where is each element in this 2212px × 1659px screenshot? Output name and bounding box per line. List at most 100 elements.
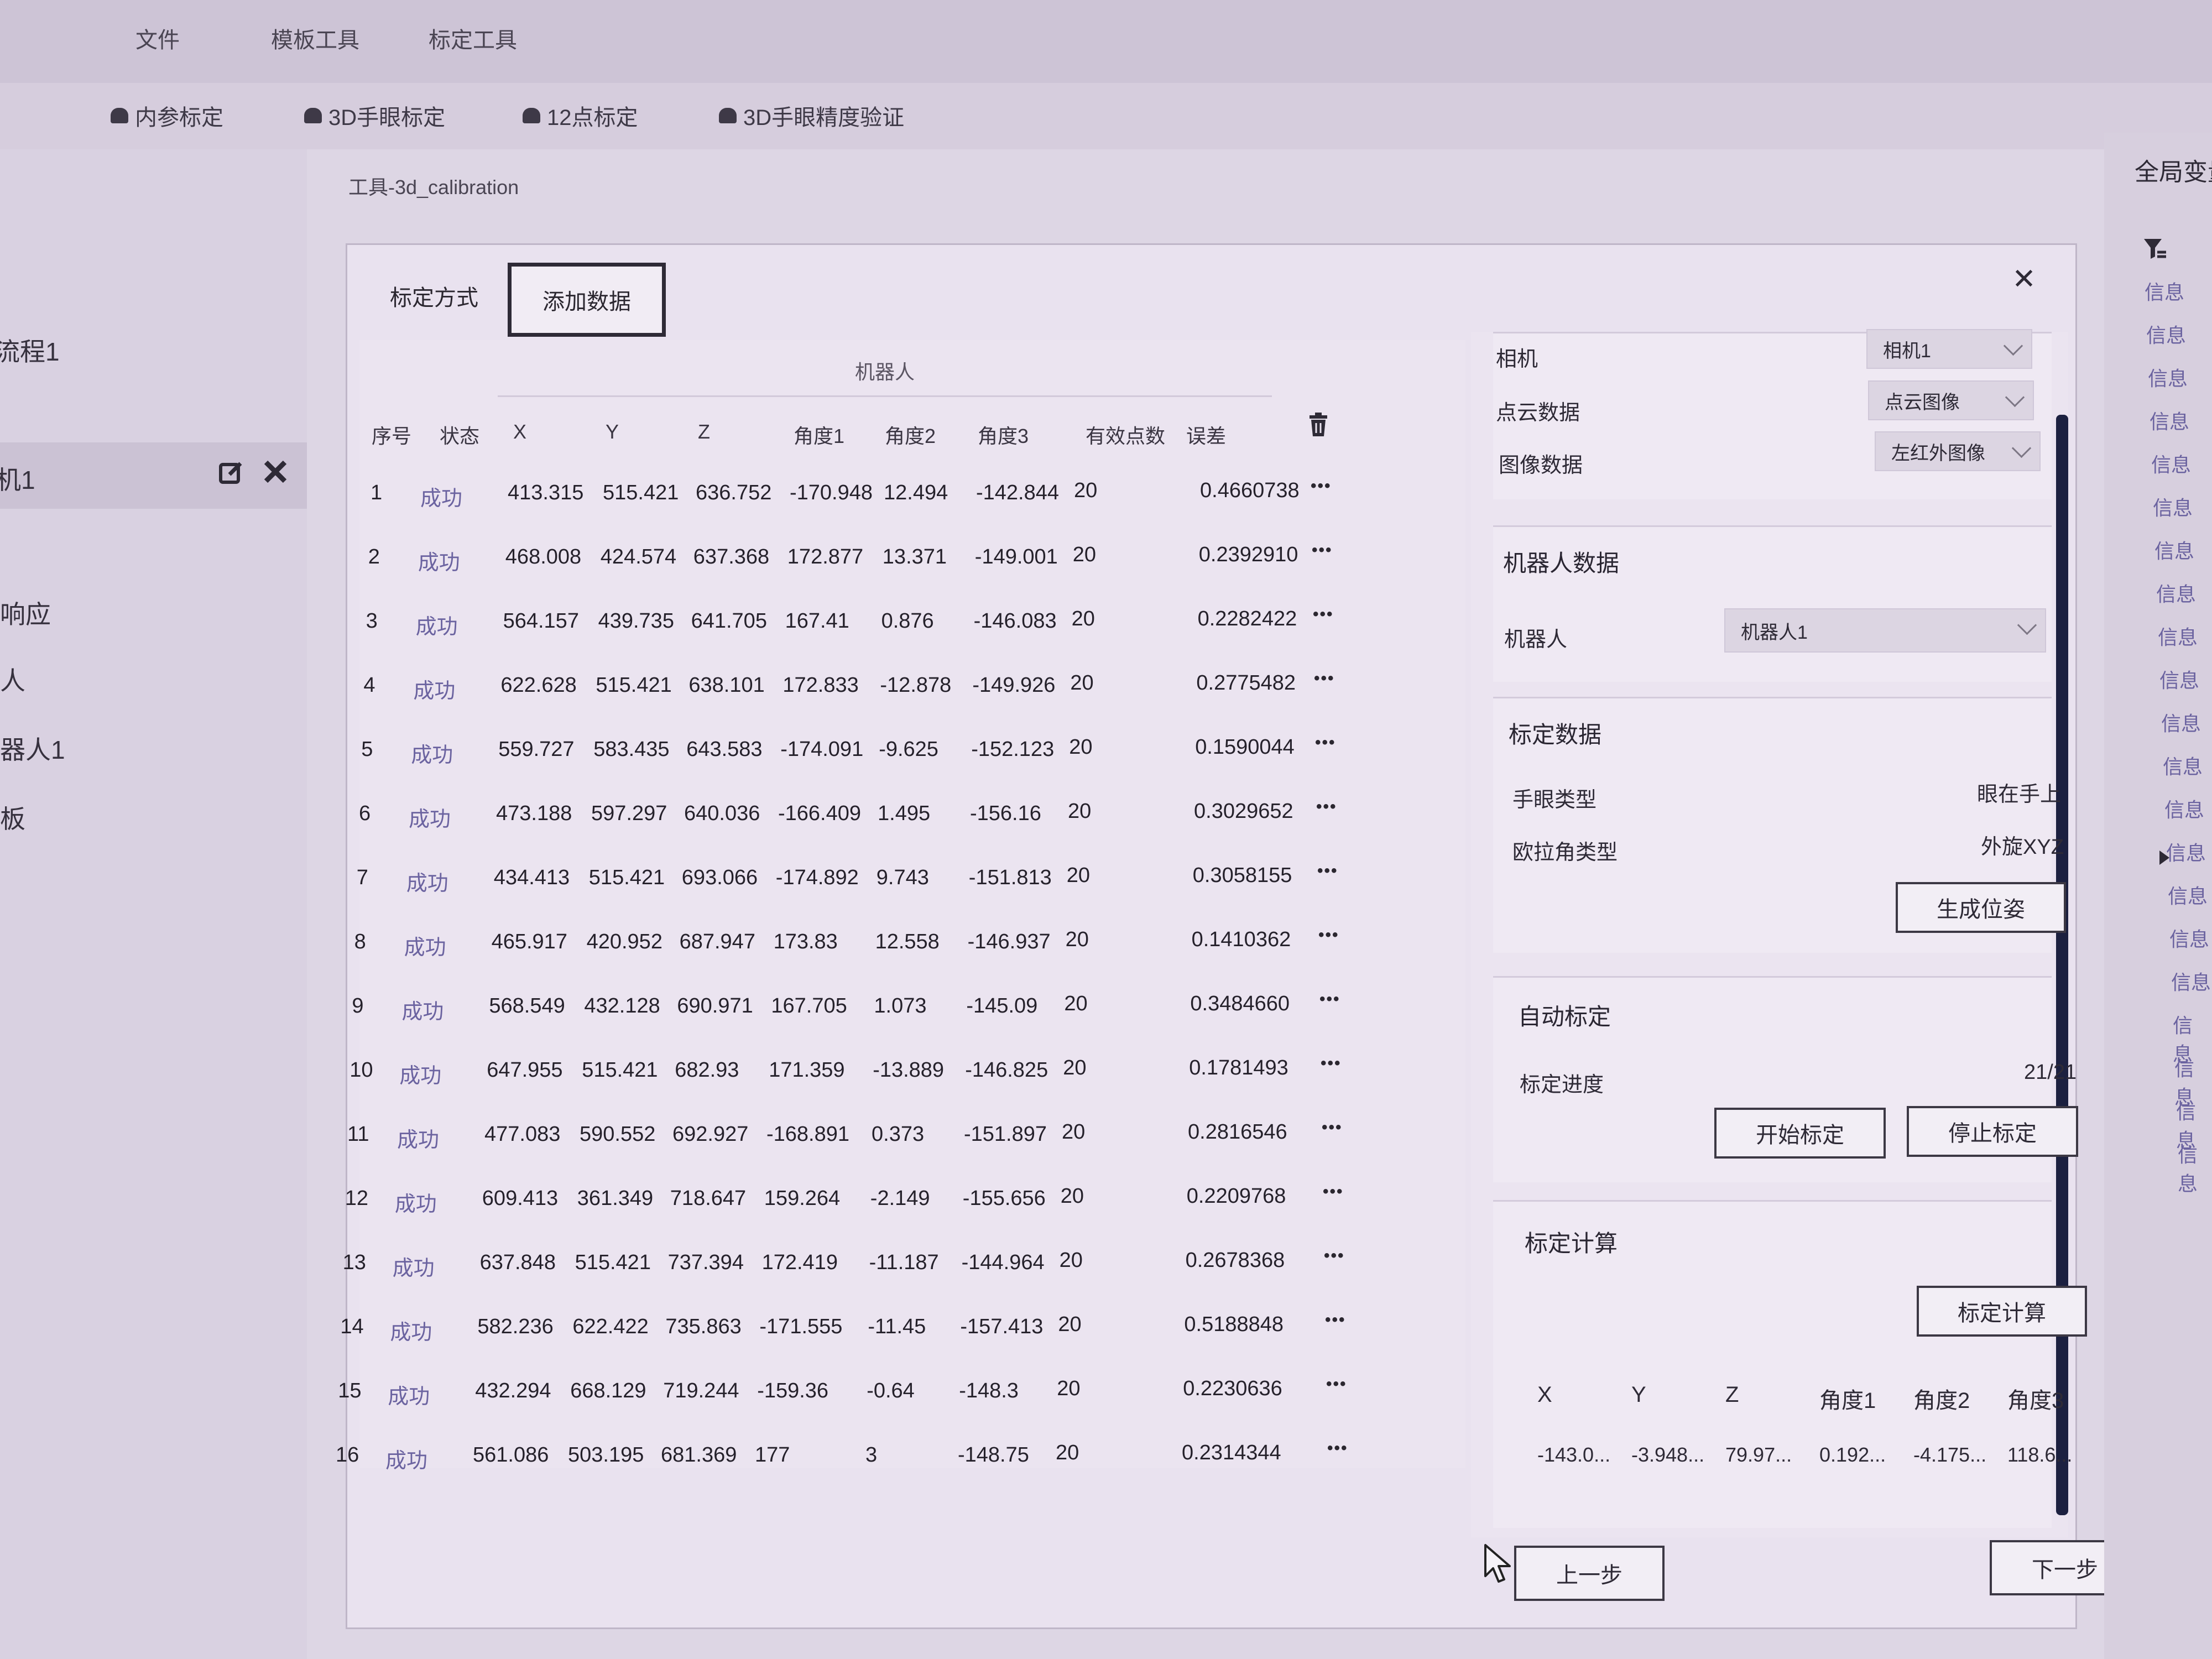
- camera-select[interactable]: 相机1: [1866, 329, 2032, 369]
- table-cell: 0.2314344: [1182, 1441, 1281, 1464]
- variable-item[interactable]: 信息: [2159, 665, 2199, 693]
- variable-item[interactable]: 信息: [2163, 751, 2203, 780]
- sidebar-item-board[interactable]: 板: [0, 799, 25, 836]
- table-cell: 13: [342, 1251, 366, 1274]
- row-more-button[interactable]: •••: [1318, 926, 1339, 945]
- row-more-button[interactable]: •••: [1312, 541, 1333, 560]
- status-badge: 成功: [418, 551, 460, 575]
- image-data-select[interactable]: 左红外图像: [1875, 431, 2041, 471]
- variable-item[interactable]: 信息: [2151, 449, 2191, 478]
- table-cell: 597.297: [591, 802, 667, 825]
- table-cell: 559.727: [498, 738, 575, 761]
- row-more-button[interactable]: •••: [1324, 1246, 1345, 1265]
- calibration-progress-label: 标定进度: [1520, 1073, 1604, 1097]
- row-more-button[interactable]: •••: [1323, 1182, 1344, 1201]
- row-more-button[interactable]: •••: [1316, 797, 1337, 816]
- sidebar-item-robot1[interactable]: 器人1: [0, 730, 65, 766]
- dialog-close-button[interactable]: ✕: [2007, 263, 2041, 296]
- variable-item[interactable]: 信息: [2150, 406, 2189, 435]
- variable-item[interactable]: 信息: [2171, 967, 2211, 995]
- close-icon[interactable]: [263, 459, 288, 484]
- table-cell: 637.368: [693, 545, 770, 568]
- table-cell: 636.752: [696, 481, 772, 504]
- row-more-button[interactable]: •••: [1322, 1118, 1343, 1137]
- variable-item[interactable]: 信息: [2164, 794, 2204, 823]
- row-more-button[interactable]: •••: [1314, 669, 1335, 688]
- calibration-compute-button[interactable]: 标定计算: [1917, 1286, 2087, 1337]
- pointcloud-select-value: 点云图像: [1885, 392, 1960, 413]
- variable-item[interactable]: 信息: [2178, 1139, 2212, 1197]
- variable-item[interactable]: 信息: [2156, 578, 2196, 607]
- variable-item[interactable]: 信息: [2169, 924, 2209, 952]
- table-cell: 20: [1071, 607, 1095, 630]
- tool-label: 12点标定: [547, 106, 638, 130]
- table-cell: 20: [1068, 800, 1092, 823]
- column-header-angle3: 角度3: [978, 425, 1029, 447]
- table-cell: 20: [1056, 1441, 1079, 1464]
- menu-template-tools[interactable]: 模板工具: [271, 22, 359, 54]
- table-cell: 20: [1065, 928, 1089, 951]
- start-calibration-button[interactable]: 开始标定: [1714, 1108, 1886, 1159]
- sidebar-machine-label[interactable]: 机1: [0, 460, 35, 497]
- tool-12-point-calibration[interactable]: 12点标定: [523, 100, 638, 132]
- filter-icon[interactable]: [2143, 238, 2167, 260]
- variable-item[interactable]: 信息: [2158, 622, 2198, 650]
- right-panel-scrollbar[interactable]: [2056, 415, 2068, 1515]
- variable-item[interactable]: 信息: [2153, 492, 2193, 521]
- row-more-button[interactable]: •••: [1326, 1375, 1347, 1394]
- menu-file[interactable]: 文件: [135, 22, 180, 54]
- table-cell: -171.555: [759, 1315, 843, 1338]
- variable-item[interactable]: 信息: [2145, 276, 2184, 305]
- table-cell: 3: [366, 609, 378, 633]
- calibration-compute-title: 标定计算: [1525, 1230, 1618, 1256]
- prev-step-button[interactable]: 上一步: [1514, 1546, 1665, 1601]
- stop-calibration-button[interactable]: 停止标定: [1907, 1106, 2078, 1157]
- row-more-button[interactable]: •••: [1327, 1439, 1348, 1458]
- variable-item[interactable]: 信息: [2148, 363, 2188, 392]
- variable-item[interactable]: 信息: [2166, 837, 2206, 866]
- tool-3d-handeye-accuracy[interactable]: 3D手眼精度验证: [719, 100, 904, 132]
- table-cell: 0.2209768: [1186, 1185, 1286, 1208]
- row-more-button[interactable]: •••: [1311, 477, 1332, 495]
- row-more-button[interactable]: •••: [1325, 1311, 1346, 1329]
- column-header-z: Z: [698, 420, 710, 443]
- table-cell: -9.625: [879, 738, 938, 761]
- status-badge: 成功: [397, 1129, 440, 1152]
- robot-select[interactable]: 机器人1: [1724, 608, 2046, 653]
- variable-item[interactable]: 信息: [2161, 708, 2201, 737]
- table-cell: 6: [359, 802, 371, 825]
- sidebar-item-person[interactable]: 人: [0, 661, 25, 697]
- table-cell: 173.83: [773, 930, 838, 953]
- trash-icon[interactable]: [1308, 412, 1329, 437]
- pointcloud-select[interactable]: 点云图像: [1868, 380, 2034, 420]
- table-cell: 515.421: [596, 674, 672, 697]
- sidebar-item-response[interactable]: 响应: [0, 594, 51, 631]
- row-more-button[interactable]: •••: [1317, 862, 1338, 880]
- sidebar-flow-item[interactable]: 流程1: [0, 332, 60, 368]
- variable-item[interactable]: 信息: [2146, 320, 2186, 348]
- tool-3d-handeye-calibration[interactable]: 3D手眼标定: [304, 100, 445, 132]
- mouse-cursor-icon: [1484, 1544, 1511, 1583]
- tab-add-data[interactable]: 添加数据: [508, 263, 666, 337]
- variable-item[interactable]: 信息: [2168, 880, 2208, 909]
- table-cell: 8: [354, 930, 366, 953]
- edit-icon[interactable]: [218, 459, 245, 486]
- generate-pose-button[interactable]: 生成位姿: [1896, 882, 2066, 933]
- table-cell: -152.123: [971, 738, 1055, 761]
- menu-calibration-tools[interactable]: 标定工具: [429, 22, 517, 54]
- table-cell: -174.091: [780, 738, 864, 761]
- result-value-angle2: -4.175...: [1913, 1443, 1987, 1466]
- table-cell: 515.421: [603, 481, 679, 504]
- table-cell: 0.2816546: [1188, 1120, 1287, 1144]
- table-cell: -146.083: [973, 609, 1057, 633]
- table-cell: -146.825: [965, 1058, 1048, 1082]
- row-more-button[interactable]: •••: [1321, 1054, 1342, 1073]
- row-more-button[interactable]: •••: [1319, 990, 1340, 1009]
- variable-item[interactable]: 信息: [2154, 535, 2194, 564]
- tool-intrinsic-calibration[interactable]: 内参标定: [111, 100, 223, 132]
- table-cell: 0.2392910: [1198, 543, 1298, 566]
- row-more-button[interactable]: •••: [1313, 605, 1334, 624]
- table-cell: 1.495: [878, 802, 931, 825]
- tab-calibration-method[interactable]: 标定方式: [365, 263, 503, 329]
- row-more-button[interactable]: •••: [1315, 733, 1336, 752]
